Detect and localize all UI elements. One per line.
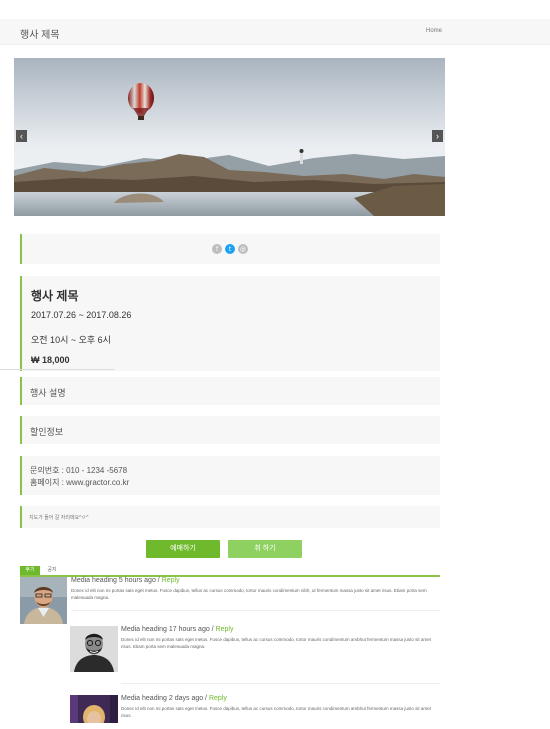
event-date: 2017.07.26 ~ 2017.08.26 [31,310,132,320]
comment-item: Media heading 2 days ago / Reply Donec i… [70,695,440,729]
comment-heading: Media heading 5 hours ago / Reply [71,577,180,584]
comment-divider [71,610,440,611]
contact-panel: 문의번호 : 010 - 1234 -5678 홈페이지 : www.gract… [20,456,440,495]
comment-item: Media heading 5 hours ago / Reply Donec … [20,577,440,625]
share-panel: f t @ [20,234,440,264]
discount-title: 할인정보 [30,427,64,437]
avatar [20,577,67,624]
review-tabs: 후기 공지 [20,566,440,577]
mail-icon[interactable]: @ [238,244,248,254]
contact-phone: 문의번호 : 010 - 1234 -5678 [30,466,128,475]
avatar [70,695,118,723]
reply-link[interactable]: Reply [162,577,180,584]
site-title[interactable]: 행사 제목 [20,26,60,41]
book-button[interactable]: 예매하기 [146,540,220,558]
comment-body: Donec id elit non mi portas sats eget me… [121,637,431,649]
contact-homepage[interactable]: 홈페이지 : www.gractor.co.kr [30,477,129,488]
comment-body: Donec id elit non mi portas sats eget me… [71,588,427,600]
tab-review[interactable]: 후기 [20,566,40,575]
divider [0,369,115,370]
tab-notice[interactable]: 공지 [42,566,62,575]
comment-heading: Media heading 2 days ago / Reply [121,695,227,702]
cancel-button[interactable]: 취 하기 [228,540,302,558]
chevron-right-icon: › [436,131,439,141]
event-info-panel: 행사 제목 2017.07.26 ~ 2017.08.26 오전 10시 ~ 오… [20,276,440,371]
comment-divider [121,683,440,684]
description-title: 행사 설명 [30,388,66,398]
discount-panel[interactable]: 할인정보 [20,416,440,444]
avatar [70,626,118,672]
carousel-photo [14,58,445,216]
event-price: ₩ 18,000 [31,355,70,365]
comment-body: Donec id elit non mi portas sats eget me… [121,706,431,718]
reply-link[interactable]: Reply [216,626,234,633]
image-carousel: ‹ › [14,58,445,216]
map-placeholder: 지도가 들어 갈 자리에요^ㅇ^ [20,506,440,528]
facebook-icon[interactable]: f [212,244,222,254]
chevron-left-icon: ‹ [20,131,23,141]
carousel-next-button[interactable]: › [432,130,443,142]
reply-link[interactable]: Reply [209,695,227,702]
top-navbar: 행사 제목 Home [0,19,550,45]
comment-heading: Media heading 17 hours ago / Reply [121,626,234,633]
comment-item: Media heading 17 hours ago / Reply Donec… [70,626,440,684]
twitter-icon[interactable]: t [225,244,235,254]
event-title: 행사 제목 [31,289,79,303]
map-note: 지도가 들어 갈 자리에요^ㅇ^ [29,515,89,521]
home-link[interactable]: Home [426,28,442,34]
carousel-prev-button[interactable]: ‹ [16,130,27,142]
share-icons: f t @ [212,244,248,254]
description-panel[interactable]: 행사 설명 [20,377,440,405]
event-time: 오전 10시 ~ 오후 6시 [31,335,111,345]
